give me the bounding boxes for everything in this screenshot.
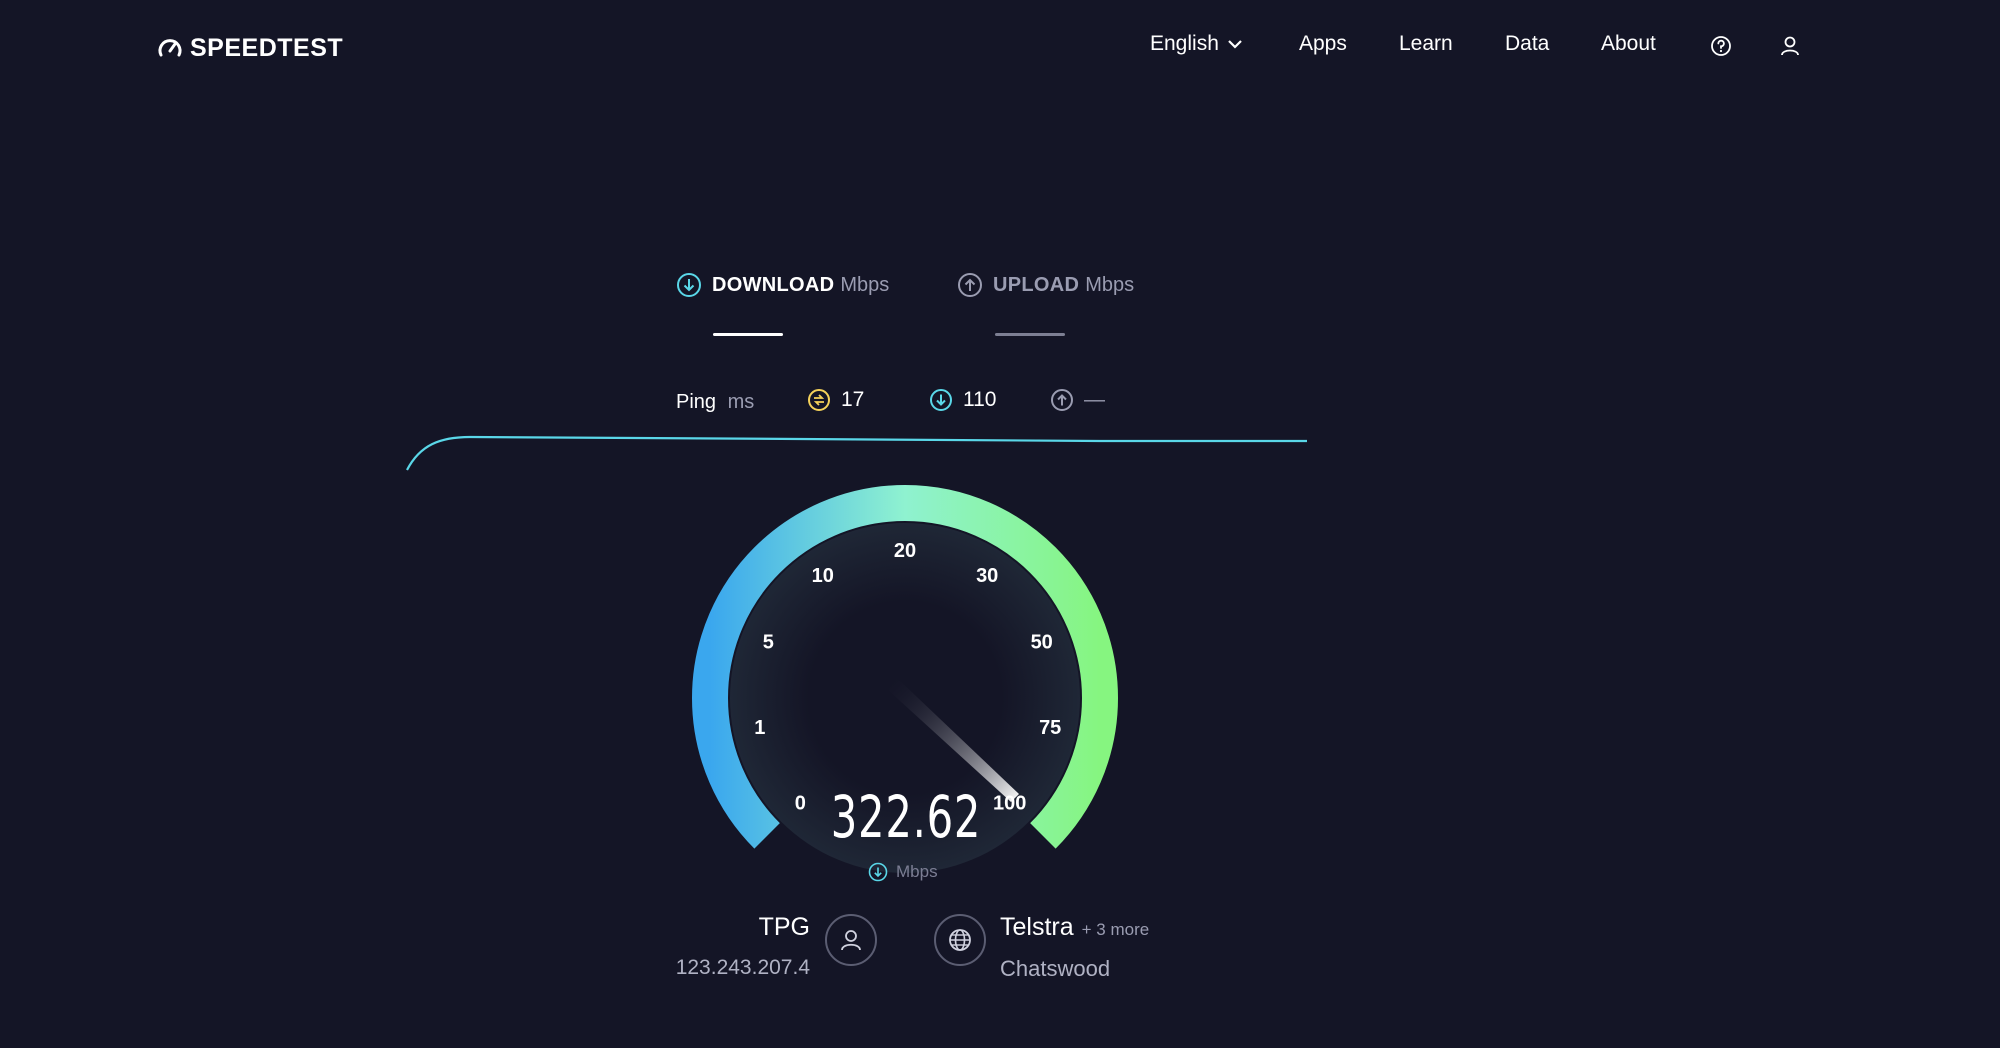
speed-unit: Mbps <box>868 862 938 882</box>
gauge-tick-label: 10 <box>812 565 834 587</box>
isp-name: TPG <box>758 913 810 941</box>
gauge-tick-label: 0 <box>795 793 806 815</box>
speed-unit-download-icon <box>868 862 888 882</box>
server-location: Chatswood <box>1000 956 1111 981</box>
server-more-link[interactable]: + 3 more <box>1082 920 1150 940</box>
gauge-tick-label: 1 <box>754 717 765 739</box>
gauge-tick-label: 20 <box>894 540 916 562</box>
user-icon <box>841 930 861 951</box>
server-name[interactable]: Telstra + 3 more <box>1000 913 1149 942</box>
gauge-tick-label: 75 <box>1039 717 1061 739</box>
server-provider: Telstra <box>1000 913 1074 941</box>
speed-value: 322.62 <box>830 783 982 851</box>
isp-avatar <box>825 914 877 966</box>
gauge-tick-label: 100 <box>993 793 1026 815</box>
server-button[interactable] <box>934 914 986 966</box>
speed-unit-label: Mbps <box>896 862 938 881</box>
globe-icon <box>949 929 971 951</box>
gauge-tick-label: 50 <box>1031 631 1053 653</box>
gauge-tick-label: 30 <box>976 565 998 587</box>
isp-ip-address: 123.243.207.4 <box>675 956 810 979</box>
speed-gauge: 0 1 5 10 20 30 50 75 100 <box>692 485 1118 873</box>
speedtest-page: SPEEDTEST English Apps Learn Data About <box>0 0 2000 1048</box>
gauge-tick-label: 5 <box>763 631 774 653</box>
